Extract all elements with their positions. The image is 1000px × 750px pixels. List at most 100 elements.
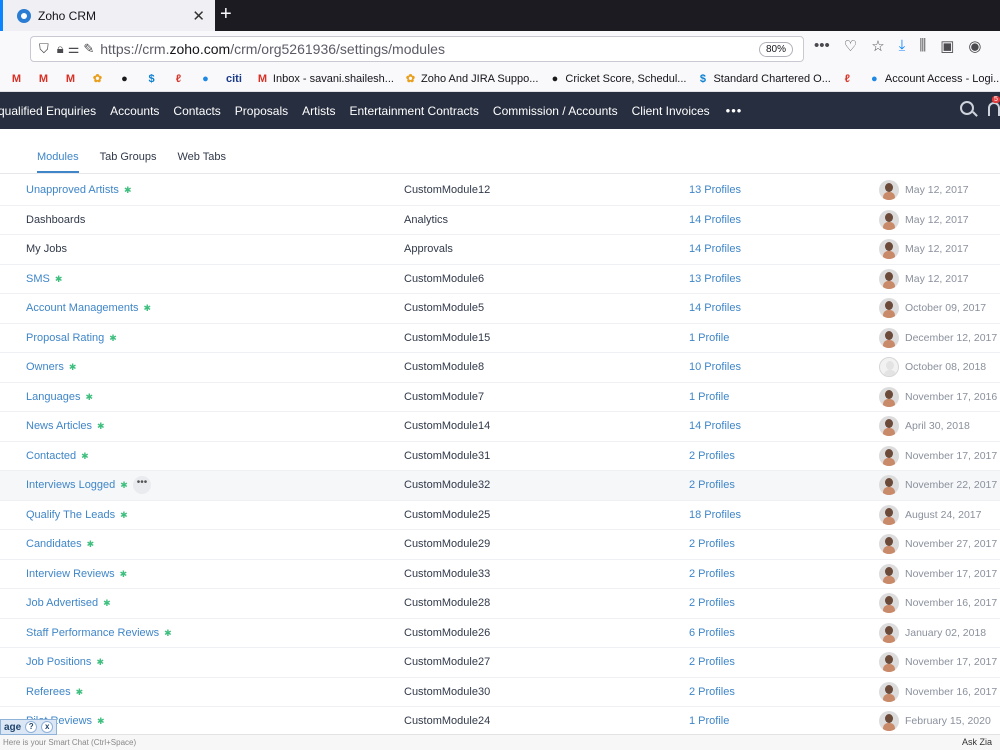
- nav-proposals[interactable]: Proposals: [235, 104, 288, 118]
- download-icon[interactable]: ⤓: [899, 37, 906, 55]
- close-icon[interactable]: x: [41, 721, 54, 733]
- reader-icon[interactable]: ✎: [83, 41, 94, 57]
- table-row[interactable]: News Articles ✱ CustomModule14 14 Profiles A…: [0, 412, 1000, 442]
- module-name[interactable]: Contacted ✱: [26, 450, 89, 462]
- tab-tab-groups[interactable]: Tab Groups: [100, 151, 157, 173]
- module-profiles-link[interactable]: 2 Profiles: [689, 568, 735, 580]
- bookmark-zoho-jira[interactable]: ✿ Zoho And JIRA Suppo...: [404, 73, 539, 86]
- table-row[interactable]: Job Positions ✱ CustomModule27 2 Profiles No…: [0, 648, 1000, 678]
- tab-web-tabs[interactable]: Web Tabs: [177, 151, 226, 173]
- search-icon[interactable]: [960, 101, 974, 115]
- module-name[interactable]: News Articles ✱: [26, 420, 105, 432]
- table-row[interactable]: Contacted ✱ CustomModule31 2 Profiles Novemb…: [0, 442, 1000, 471]
- table-row[interactable]: My Jobs Approvals 14 Profiles May 12, 2017: [0, 235, 1000, 265]
- bookmark-standard-chartered[interactable]: $ Standard Chartered O...: [696, 73, 831, 86]
- page-pill[interactable]: age ? x: [0, 719, 58, 735]
- bookmark-citi[interactable]: citi: [226, 73, 246, 86]
- ask-zia-button[interactable]: Ask Zia: [962, 737, 992, 747]
- page-actions-icon[interactable]: •••: [814, 37, 830, 55]
- zoom-badge[interactable]: 80%: [758, 41, 793, 57]
- browser-tab[interactable]: Zoho CRM ✕: [0, 0, 215, 31]
- pocket-icon[interactable]: ♡: [844, 37, 857, 55]
- bookmark-account-access[interactable]: ● Account Access - Logi...: [868, 73, 1000, 86]
- module-name[interactable]: Owners ✱: [26, 361, 76, 373]
- table-row[interactable]: Proposal Rating ✱ CustomModule15 1 Profile D…: [0, 324, 1000, 353]
- module-profiles-link[interactable]: 1 Profile: [689, 391, 729, 403]
- table-row[interactable]: Referees ✱ CustomModule30 2 Profiles Novembe…: [0, 678, 1000, 707]
- lock-icon[interactable]: 🔒︎: [57, 41, 64, 57]
- module-profiles-link[interactable]: 14 Profiles: [689, 420, 741, 432]
- module-profiles-link[interactable]: 2 Profiles: [689, 450, 735, 462]
- help-icon[interactable]: ?: [25, 721, 38, 733]
- module-name[interactable]: Interview Reviews ✱: [26, 568, 127, 580]
- nav-artists[interactable]: Artists: [302, 104, 335, 118]
- table-row[interactable]: Job Advertised ✱ CustomModule28 2 Profiles N…: [0, 589, 1000, 619]
- table-row[interactable]: Languages ✱ CustomModule7 1 Profile November…: [0, 383, 1000, 412]
- nav-contacts[interactable]: Contacts: [173, 104, 220, 118]
- module-name[interactable]: Referees ✱: [26, 686, 83, 698]
- table-row[interactable]: Unapproved Artists ✱ CustomModule12 13 Prof…: [0, 176, 1000, 206]
- module-name[interactable]: Dashboards: [26, 214, 85, 226]
- module-profiles-link[interactable]: 18 Profiles: [689, 509, 741, 521]
- bookmark-cricket-score[interactable]: ● Cricket Score, Schedul...: [548, 73, 687, 86]
- module-profiles-link[interactable]: 1 Profile: [689, 715, 729, 727]
- table-row[interactable]: Pilot Reviews ✱ CustomModule24 1 Profile Feb…: [0, 707, 1000, 737]
- bookmark-airtel-2[interactable]: ℓ: [841, 73, 858, 86]
- permissions-icon[interactable]: ⚌: [68, 41, 80, 57]
- module-name[interactable]: Languages ✱: [26, 391, 93, 403]
- module-name[interactable]: SMS ✱: [26, 273, 62, 285]
- module-name[interactable]: Staff Performance Reviews ✱: [26, 627, 172, 639]
- module-profiles-link[interactable]: 14 Profiles: [689, 214, 741, 226]
- module-name[interactable]: Proposal Rating ✱: [26, 332, 117, 344]
- module-profiles-link[interactable]: 2 Profiles: [689, 479, 735, 491]
- nav-entertainment-contracts[interactable]: Entertainment Contracts: [350, 104, 479, 118]
- module-name[interactable]: Job Advertised ✱: [26, 597, 111, 609]
- bookmark-gmail-3[interactable]: M: [64, 73, 81, 86]
- module-profiles-link[interactable]: 10 Profiles: [689, 361, 741, 373]
- module-name[interactable]: Candidates ✱: [26, 538, 94, 550]
- tab-modules[interactable]: Modules: [37, 151, 79, 173]
- url-text[interactable]: https://crm.zoho.com/crm/org5261936/sett…: [100, 41, 759, 57]
- module-profiles-link[interactable]: 2 Profiles: [689, 597, 735, 609]
- new-tab-icon[interactable]: +: [220, 3, 232, 26]
- shield-icon[interactable]: ⛉: [39, 41, 49, 57]
- bookmark-bank[interactable]: $: [145, 73, 162, 86]
- module-profiles-link[interactable]: 14 Profiles: [689, 243, 741, 255]
- table-row[interactable]: Dashboards Analytics 14 Profiles May 12, 20…: [0, 206, 1000, 235]
- bookmark-inbox[interactable]: M Inbox - savani.shailesh...: [256, 73, 394, 86]
- module-profiles-link[interactable]: 14 Profiles: [689, 302, 741, 314]
- module-name[interactable]: Interviews Logged ✱: [26, 479, 128, 491]
- module-profiles-link[interactable]: 2 Profiles: [689, 656, 735, 668]
- module-profiles-link[interactable]: 13 Profiles: [689, 273, 741, 285]
- table-row[interactable]: Candidates ✱ CustomModule29 2 Profiles Novem…: [0, 530, 1000, 560]
- bookmark-cricket[interactable]: ●: [118, 73, 135, 86]
- table-row[interactable]: Account Managements ✱ CustomModule5 14 Prof…: [0, 294, 1000, 324]
- module-name[interactable]: My Jobs: [26, 243, 67, 255]
- close-icon[interactable]: ✕: [192, 7, 205, 25]
- url-bar[interactable]: ⛉ 🔒︎ ⚌ ✎ https://crm.zoho.com/crm/org526…: [30, 36, 804, 62]
- table-row[interactable]: SMS ✱ CustomModule6 13 Profiles May 12, 2017: [0, 265, 1000, 294]
- bookmark-gmail-1[interactable]: M: [10, 73, 27, 86]
- library-icon[interactable]: ⫼: [919, 37, 926, 55]
- table-row[interactable]: Owners ✱ CustomModule8 10 Profiles October 0…: [0, 353, 1000, 383]
- module-profiles-link[interactable]: 13 Profiles: [689, 184, 741, 196]
- module-profiles-link[interactable]: 2 Profiles: [689, 538, 735, 550]
- row-more-icon[interactable]: •••: [133, 476, 151, 495]
- table-row[interactable]: Qualify The Leads ✱ CustomModule25 18 Profi…: [0, 501, 1000, 530]
- table-row[interactable]: Interview Reviews ✱ CustomModule33 2 Profil…: [0, 560, 1000, 589]
- bookmark-gmail-2[interactable]: M: [37, 73, 54, 86]
- module-name[interactable]: Job Positions ✱: [26, 656, 104, 668]
- sidebar-icon[interactable]: ▣: [940, 37, 954, 55]
- table-row[interactable]: Staff Performance Reviews ✱ CustomModule26…: [0, 619, 1000, 648]
- module-name[interactable]: Qualify The Leads ✱: [26, 509, 128, 521]
- star-icon[interactable]: ☆: [871, 37, 884, 55]
- bookmark-globe[interactable]: ●: [199, 73, 216, 86]
- nav-client-invoices[interactable]: Client Invoices: [632, 104, 710, 118]
- account-icon[interactable]: ◉: [968, 37, 981, 55]
- bookmark-flower[interactable]: ✿: [91, 73, 108, 86]
- nav-qualified-enquiries[interactable]: qualified Enquiries: [0, 104, 96, 118]
- smart-chat-bar[interactable]: Here is your Smart Chat (Ctrl+Space) Ask…: [0, 734, 1000, 750]
- nav-accounts[interactable]: Accounts: [110, 104, 159, 118]
- more-modules-icon[interactable]: •••: [726, 103, 743, 118]
- table-row[interactable]: Interviews Logged ✱ ••• CustomModule32 2 Pro…: [0, 471, 1000, 501]
